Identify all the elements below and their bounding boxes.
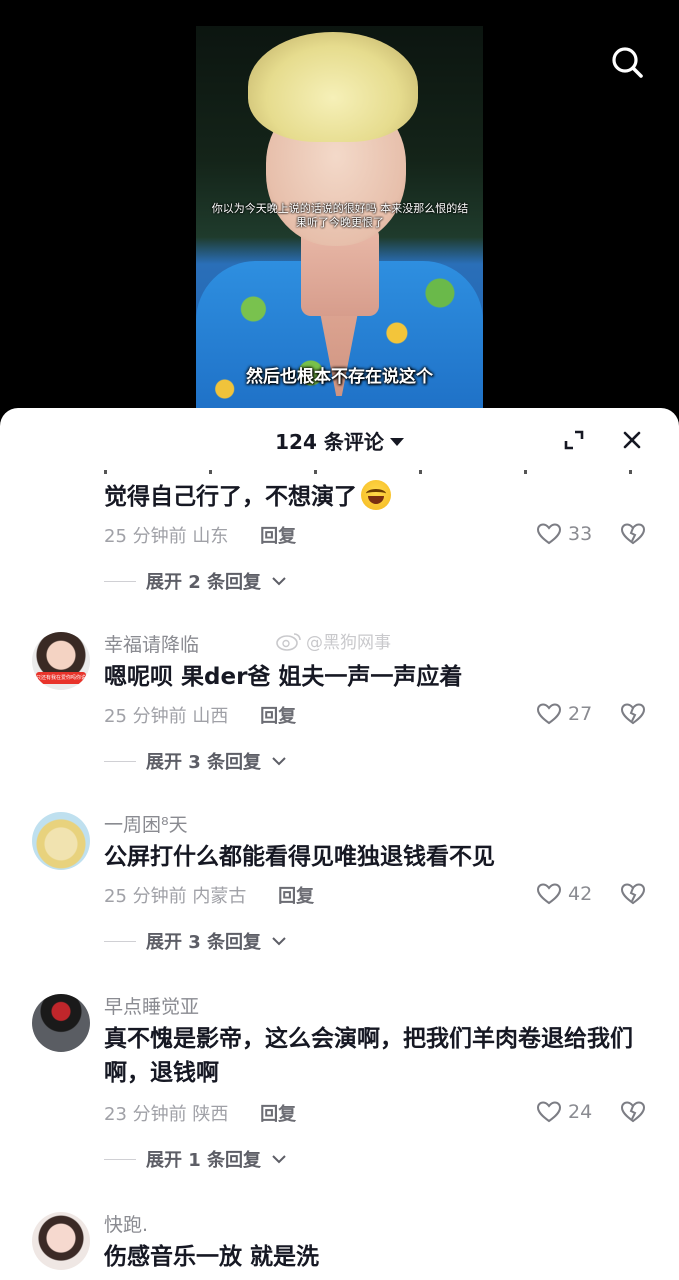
broken-heart-icon bbox=[620, 1101, 646, 1123]
reply-button[interactable]: 回复 bbox=[260, 1104, 296, 1125]
expand-replies-button[interactable]: 展开 3 条回复 bbox=[104, 928, 287, 954]
comment-time: 25 分钟前 bbox=[104, 526, 187, 547]
comment-username[interactable]: 快跑. bbox=[104, 1210, 148, 1237]
expand-button[interactable] bbox=[562, 428, 586, 452]
dislike-button[interactable] bbox=[620, 522, 646, 550]
like-button[interactable]: 27 bbox=[536, 702, 592, 726]
heart-outline-icon bbox=[536, 883, 562, 905]
laughing-emoji-icon bbox=[361, 480, 391, 510]
expand-replies-button[interactable]: 展开 2 条回复 bbox=[104, 568, 287, 594]
comment-sheet-header: 124 条评论 bbox=[0, 408, 679, 472]
chevron-down-icon bbox=[272, 937, 286, 946]
heart-outline-icon bbox=[536, 703, 562, 725]
comment-time: 23 分钟前 bbox=[104, 1104, 187, 1125]
expand-replies-label: 展开 2 条回复 bbox=[146, 572, 262, 593]
avatar-caption: 只还有我在爱你吗你说呀 bbox=[36, 672, 86, 684]
comment-location: 山东 bbox=[192, 526, 229, 547]
comment-count-label: 124 条评论 bbox=[275, 430, 384, 454]
broken-heart-icon bbox=[620, 523, 646, 545]
dislike-button[interactable] bbox=[620, 882, 646, 910]
comment-meta: 25 分钟前 山西 回复 bbox=[104, 702, 296, 728]
search-button[interactable] bbox=[607, 42, 647, 82]
watermark-text: @黑狗网事 bbox=[306, 633, 391, 653]
close-button[interactable] bbox=[620, 428, 644, 452]
comment-meta: 25 分钟前 内蒙古 回复 bbox=[104, 882, 314, 908]
comment-username[interactable]: 早点睡觉亚 bbox=[104, 992, 199, 1019]
expand-icon bbox=[564, 430, 584, 450]
heart-outline-icon bbox=[536, 523, 562, 545]
comment-location: 内蒙古 bbox=[192, 886, 247, 907]
dislike-button[interactable] bbox=[620, 1100, 646, 1128]
like-button[interactable]: 33 bbox=[536, 522, 592, 546]
weibo-logo-icon bbox=[276, 632, 301, 651]
comment-text: 觉得自己行了，不想演了 bbox=[104, 480, 649, 514]
comment-text: 真不愧是影帝，这么会演啊，把我们羊肉卷退给我们啊，退钱啊 bbox=[104, 1026, 633, 1086]
expand-replies-label: 展开 1 条回复 bbox=[146, 1150, 262, 1171]
watermark: @黑狗网事 bbox=[276, 628, 391, 653]
comment-meta: 25 分钟前 山东 回复 bbox=[104, 522, 296, 548]
video-player[interactable]: 你以为今天晚上说的话说的很好吗 本来没那么恨的结果听了今晚更恨了 然后也根本不存… bbox=[0, 0, 679, 430]
expand-replies-button[interactable]: 展开 1 条回复 bbox=[104, 1146, 287, 1172]
comment-time: 25 分钟前 bbox=[104, 706, 187, 727]
comment-username[interactable]: 一周困⁸天 bbox=[104, 810, 188, 837]
chevron-down-icon bbox=[272, 1155, 286, 1164]
caret-down-icon bbox=[389, 437, 404, 446]
video-hair-graphic bbox=[248, 32, 418, 142]
comment-username[interactable]: 幸福请降临 bbox=[104, 630, 199, 657]
expand-dash bbox=[104, 940, 136, 942]
avatar[interactable] bbox=[32, 1212, 90, 1270]
comment-sheet: 124 条评论 觉得自己行了，不想演了 25 分钟前 山东 回复 33 展开 2… bbox=[0, 408, 679, 1280]
close-icon bbox=[623, 431, 641, 449]
comment-text: 伤感音乐一放 就是洗 bbox=[104, 1244, 320, 1270]
like-count: 27 bbox=[568, 703, 593, 725]
expand-dash bbox=[104, 580, 136, 582]
expand-replies-button[interactable]: 展开 3 条回复 bbox=[104, 748, 287, 774]
video-frame[interactable]: 你以为今天晚上说的话说的很好吗 本来没那么恨的结果听了今晚更恨了 然后也根本不存… bbox=[196, 26, 483, 410]
like-button[interactable]: 42 bbox=[536, 882, 592, 906]
comment-location: 山西 bbox=[192, 706, 229, 727]
broken-heart-icon bbox=[620, 703, 646, 725]
heart-outline-icon bbox=[536, 1101, 562, 1123]
comment-text: 嗯呢呗 果der爸 姐夫一声一声应着 bbox=[104, 664, 463, 690]
search-icon bbox=[612, 47, 643, 78]
broken-heart-icon bbox=[620, 883, 646, 905]
comment-count-title[interactable]: 124 条评论 bbox=[275, 426, 404, 455]
reply-button[interactable]: 回复 bbox=[260, 706, 296, 727]
clipped-text-fragment bbox=[104, 470, 632, 474]
avatar[interactable] bbox=[32, 994, 90, 1052]
avatar[interactable] bbox=[32, 812, 90, 870]
comment-meta: 23 分钟前 陕西 回复 bbox=[104, 1100, 296, 1126]
avatar[interactable]: 只还有我在爱你吗你说呀 bbox=[32, 632, 90, 690]
reply-button[interactable]: 回复 bbox=[278, 886, 314, 907]
like-count: 33 bbox=[568, 523, 593, 545]
comment-text-body: 觉得自己行了，不想演了 bbox=[104, 484, 357, 510]
reply-button[interactable]: 回复 bbox=[260, 526, 296, 547]
like-button[interactable]: 24 bbox=[536, 1100, 592, 1124]
like-count: 24 bbox=[568, 1101, 593, 1123]
expand-replies-label: 展开 3 条回复 bbox=[146, 932, 262, 953]
expand-replies-label: 展开 3 条回复 bbox=[146, 752, 262, 773]
chevron-down-icon bbox=[272, 577, 286, 586]
comment-text: 公屏打什么都能看得见唯独退钱看不见 bbox=[104, 844, 495, 870]
comment-time: 25 分钟前 bbox=[104, 886, 187, 907]
chevron-down-icon bbox=[272, 757, 286, 766]
video-subtitle-top: 你以为今天晚上说的话说的很好吗 本来没那么恨的结果听了今晚更恨了 bbox=[211, 202, 469, 229]
dislike-button[interactable] bbox=[620, 702, 646, 730]
like-count: 42 bbox=[568, 883, 593, 905]
expand-dash bbox=[104, 760, 136, 762]
video-subtitle-bottom: 然后也根本不存在说这个 bbox=[246, 367, 433, 387]
expand-dash bbox=[104, 1158, 136, 1160]
comment-location: 陕西 bbox=[192, 1104, 229, 1125]
